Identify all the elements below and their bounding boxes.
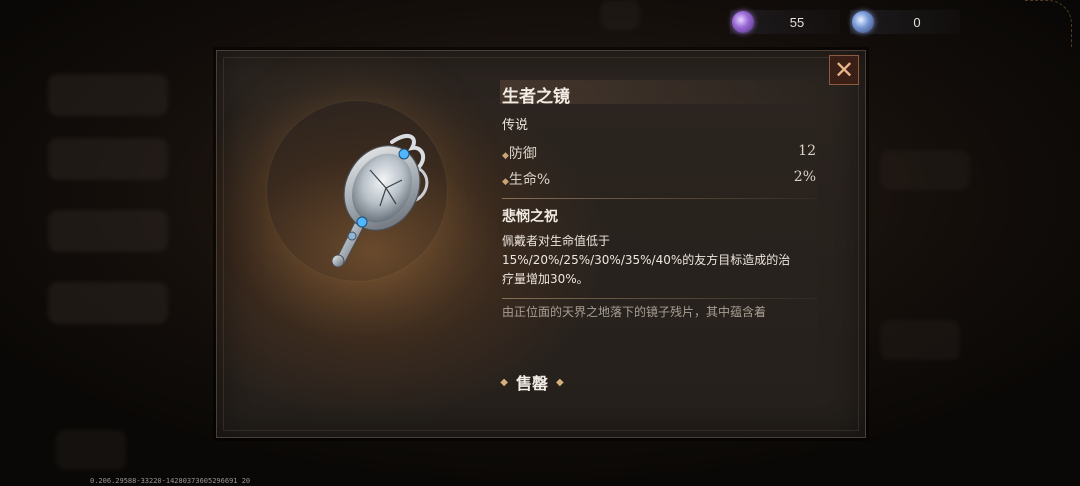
stat-label-hp: ◆生命% <box>502 172 551 188</box>
item-rarity: 传说 <box>502 118 529 133</box>
skill-description: 佩戴者对生命值低于 15%/20%/25%/30%/35%/40%的友方目标造成… <box>502 232 822 289</box>
stat-value-hp: 2% <box>793 169 816 185</box>
bg-menu-slot <box>48 74 168 116</box>
skill-description-line: 15%/20%/25%/30%/35%/40%的友方目标造成的治 <box>502 253 791 267</box>
skill-name: 悲悯之祝 <box>502 209 558 225</box>
game-screen: 55 0 ✕ 生者之镜 传说 ◆防御 12 ◆生命% 2% 悲悯之祝 佩戴者对生… <box>0 0 1080 486</box>
bg-menu-slot <box>880 150 970 190</box>
currency-purple[interactable]: 55 <box>730 10 840 34</box>
close-icon: ✕ <box>833 56 855 84</box>
skill-description-line: 疗量增加30%。 <box>502 272 589 286</box>
stat-value-defense: 12 <box>798 143 816 159</box>
currency-blue[interactable]: 0 <box>850 10 960 34</box>
build-version: 0.206.29588-33220-14280373605296691 20 <box>90 477 251 485</box>
stat-label-defense: ◆防御 <box>502 146 537 162</box>
item-title: 生者之镜 <box>502 87 570 107</box>
section-divider <box>502 298 818 299</box>
item-lore: 由正位面的天界之地落下的镜子残片，其中蕴含着 <box>502 305 767 319</box>
sell-label: 售罄 <box>515 374 548 393</box>
purple-orb-icon <box>732 11 754 33</box>
diamond-bullet-icon: ◆ <box>502 151 509 161</box>
bg-menu-slot <box>56 430 126 470</box>
hand-mirror-icon <box>300 118 460 278</box>
sell-button[interactable]: ◆ 售罄 ◆ <box>492 368 572 396</box>
bg-menu-slot <box>880 320 960 360</box>
section-divider <box>502 198 818 199</box>
currency-blue-value: 0 <box>913 14 921 30</box>
blue-orb-icon <box>852 11 874 33</box>
diamond-bullet-icon: ◆ <box>556 376 564 388</box>
bg-menu-slot <box>48 138 168 180</box>
close-button[interactable]: ✕ <box>829 55 859 85</box>
bg-menu-slot <box>48 210 168 252</box>
currency-purple-value: 55 <box>789 14 805 30</box>
diamond-bullet-icon: ◆ <box>502 177 509 187</box>
corner-ornament <box>1025 0 1072 47</box>
bg-menu-slot <box>600 0 640 30</box>
skill-description-line: 佩戴者对生命值低于 <box>502 234 611 248</box>
bg-menu-slot <box>48 282 168 324</box>
diamond-bullet-icon: ◆ <box>500 376 508 388</box>
